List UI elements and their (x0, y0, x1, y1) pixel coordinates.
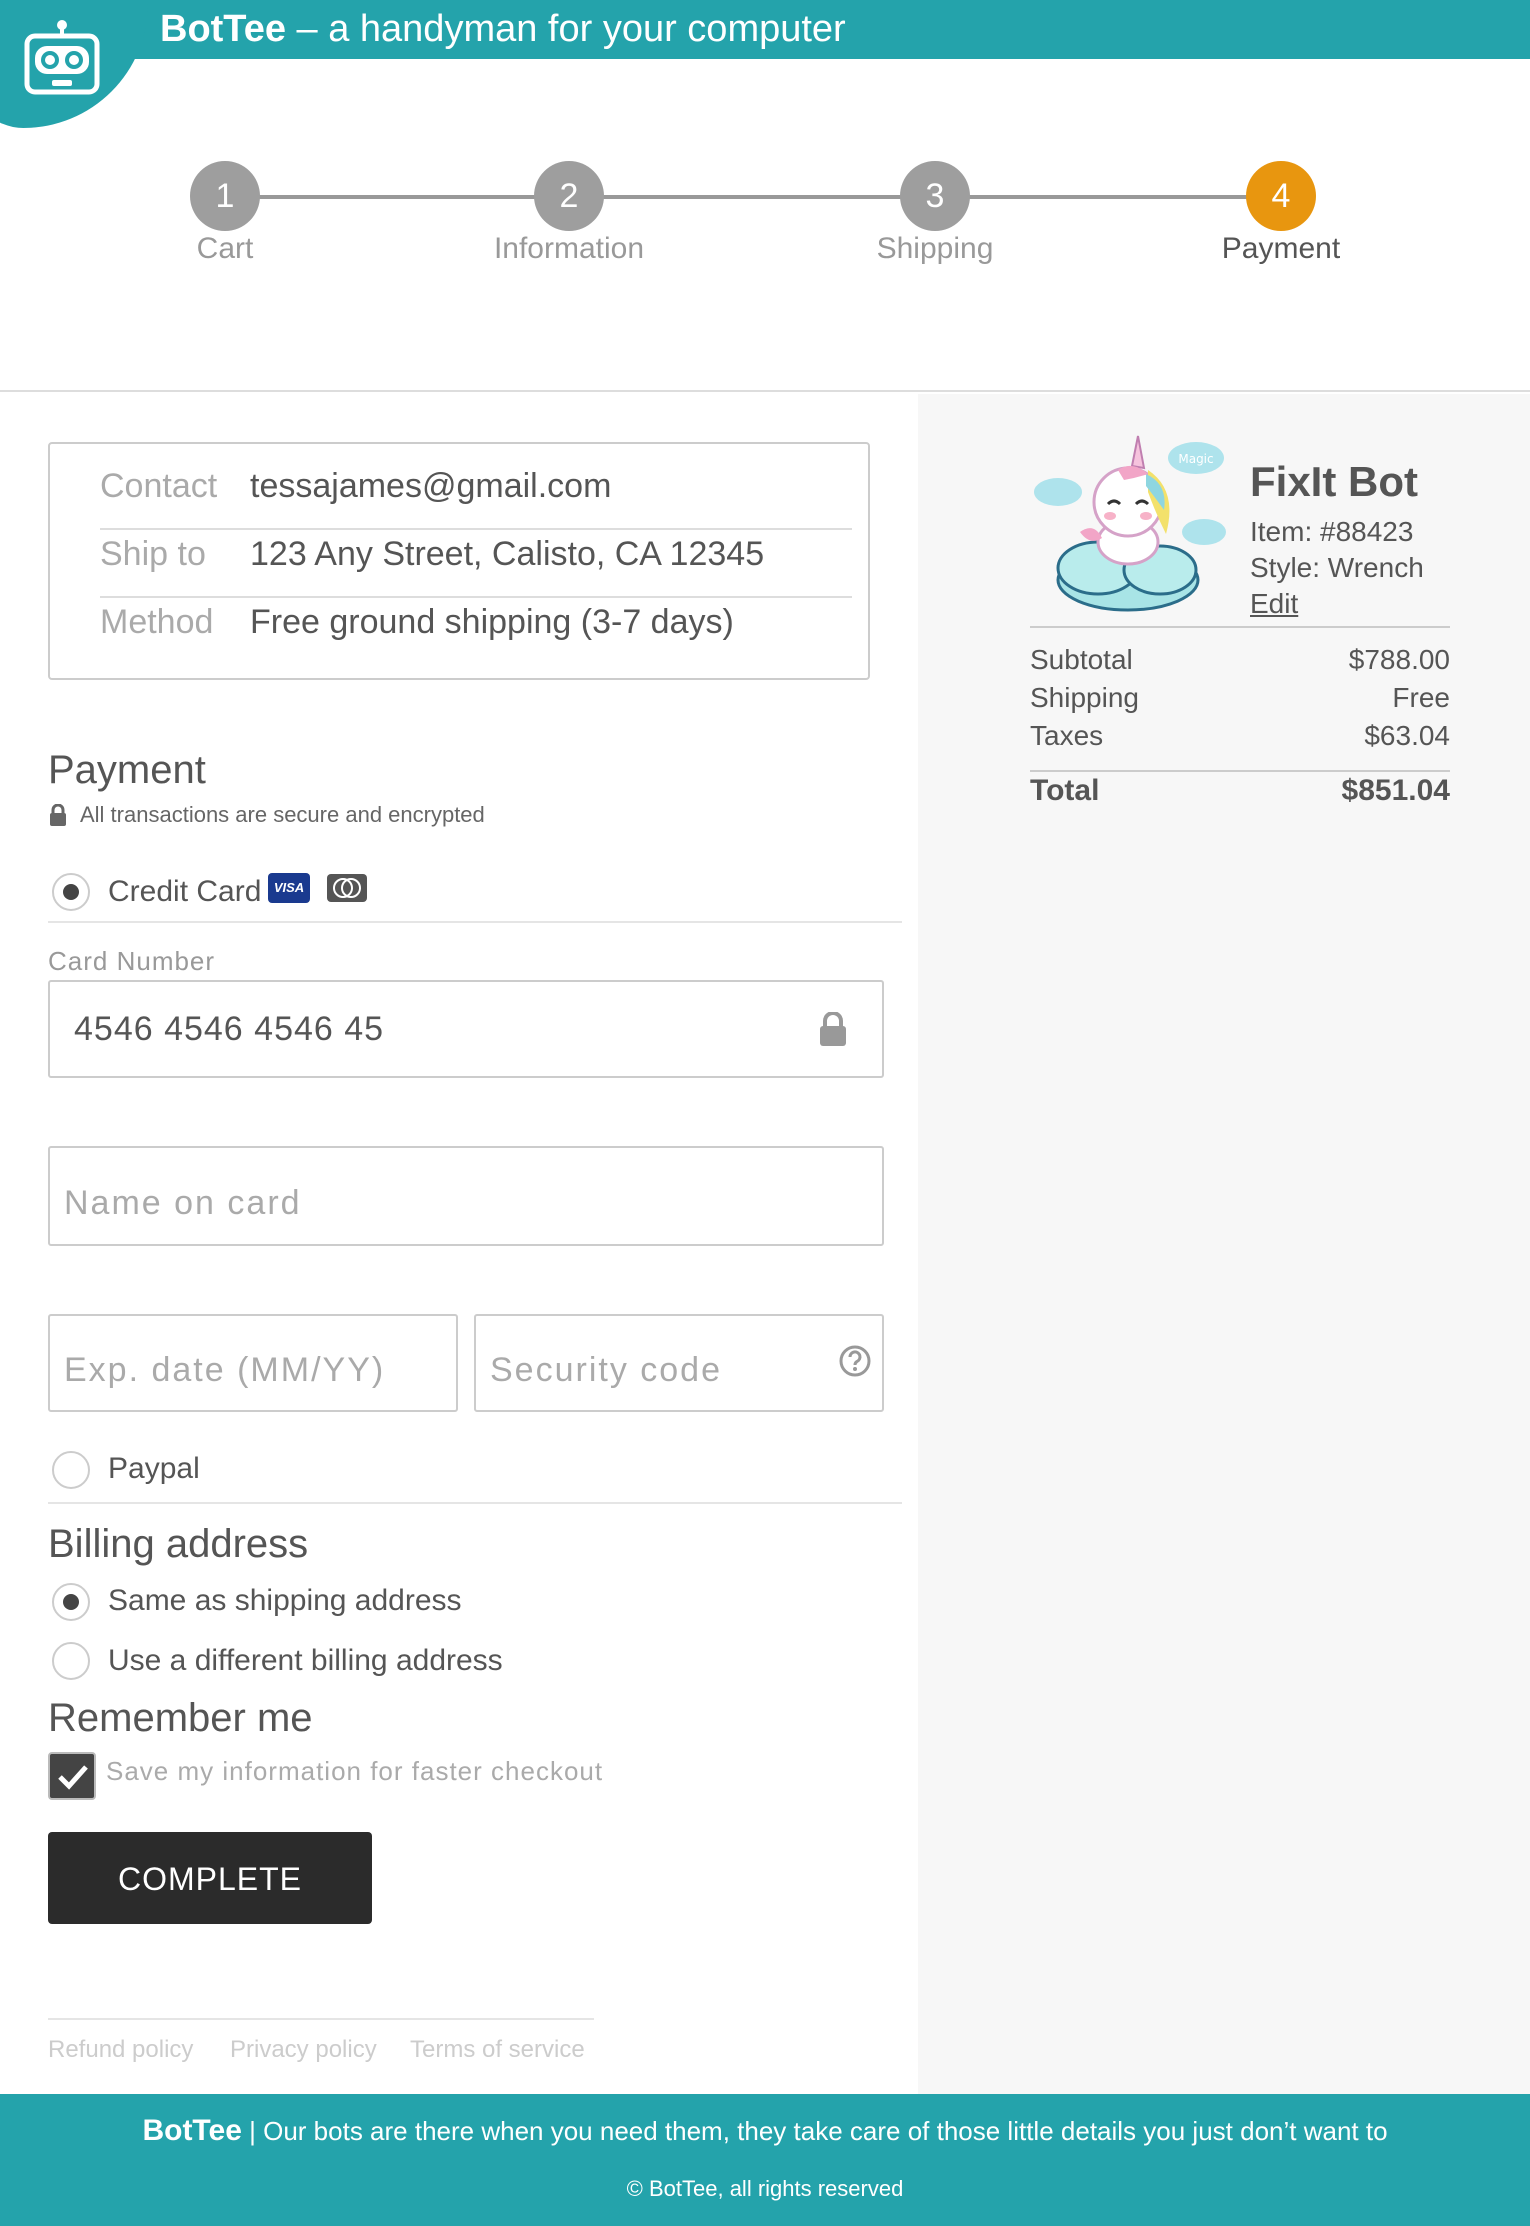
lock-icon (50, 804, 66, 826)
summary-row-taxes: Taxes $63.04 (1030, 720, 1450, 752)
credit-card-radio[interactable] (52, 873, 90, 911)
product-item-number: Item: #88423 (1250, 516, 1414, 547)
paypal-label[interactable]: Paypal (108, 1452, 200, 1486)
different-address-radio[interactable] (52, 1642, 90, 1680)
total-value: $851.04 (1341, 774, 1450, 807)
card-number-input[interactable] (50, 982, 882, 1076)
site-header: BotTee – a handyman for your computer (0, 0, 1530, 59)
save-info-label[interactable]: Save my information for faster checkout (106, 1756, 603, 1787)
step-connector (936, 195, 1281, 199)
contact-key: Method (100, 602, 214, 641)
ship-to-row: Ship to 123 Any Street, Calisto, CA 1234… (100, 520, 852, 588)
summary-value: $63.04 (1364, 720, 1450, 751)
step-4-circle[interactable]: 4 (1246, 161, 1316, 231)
exp-date-input[interactable] (50, 1316, 456, 1410)
payment-heading: Payment (48, 748, 206, 792)
step-3-circle[interactable]: 3 (900, 161, 970, 231)
save-info-checkbox[interactable] (48, 1752, 96, 1800)
step-3-label[interactable]: Shipping (815, 232, 1055, 266)
terms-of-service-link[interactable]: Terms of service (410, 2036, 585, 2064)
card-number-field[interactable] (48, 980, 884, 1078)
total-label: Total (1030, 774, 1100, 807)
step-4-label: Payment (1221, 232, 1341, 265)
policy-divider (48, 2018, 594, 2020)
edit-product-link[interactable]: Edit (1250, 588, 1298, 620)
contact-value: Free ground shipping (3-7 days) (250, 602, 734, 641)
footer-separator: | (241, 2116, 264, 2146)
brand-name: BotTee (160, 8, 286, 50)
payment-divider (48, 921, 902, 923)
help-icon[interactable] (838, 1344, 872, 1378)
different-address-label[interactable]: Use a different billing address (108, 1644, 503, 1678)
brand-tagline: – a handyman for your computer (285, 8, 846, 50)
contact-summary-box: Contact tessajames@gmail.com Ship to 123… (48, 442, 870, 680)
footer-text: Our bots are there when you need them, t… (263, 2116, 1388, 2146)
credit-card-label[interactable]: Credit Card (108, 875, 261, 909)
step-2-label[interactable]: Information (449, 232, 689, 266)
footer-message: BotTee | Our bots are there when you nee… (0, 2114, 1530, 2148)
contact-key: Contact (100, 466, 218, 505)
summary-label: Taxes (1030, 720, 1104, 751)
summary-row-total: Total $851.04 (1030, 774, 1450, 808)
summary-divider (1030, 626, 1450, 628)
step-2-circle[interactable]: 2 (534, 161, 604, 231)
step-1-label[interactable]: Cart (105, 232, 345, 266)
summary-label: Subtotal (1030, 644, 1133, 675)
summary-row-shipping: Shipping Free (1030, 682, 1450, 714)
magic-bubble-text: Magic (1178, 452, 1213, 466)
contact-key: Ship to (100, 534, 206, 573)
exp-date-field[interactable] (48, 1314, 458, 1412)
paypal-divider (48, 1502, 902, 1504)
summary-value: Free (1392, 682, 1450, 713)
security-code-input[interactable] (476, 1316, 882, 1410)
footer-brand: BotTee (142, 2114, 242, 2147)
method-row: Method Free ground shipping (3-7 days) (100, 588, 852, 656)
step-connector (569, 195, 936, 199)
robot-logo-icon[interactable] (22, 20, 102, 96)
name-on-card-field[interactable] (48, 1146, 884, 1246)
summary-value: $788.00 (1348, 644, 1450, 675)
privacy-policy-link[interactable]: Privacy policy (230, 2036, 377, 2064)
step-1-circle[interactable]: 1 (190, 161, 260, 231)
unicorn-product-image: Magic (1034, 435, 1226, 612)
product-style: Style: Wrench (1250, 552, 1424, 583)
same-address-label[interactable]: Same as shipping address (108, 1584, 462, 1618)
lock-icon (820, 1012, 846, 1046)
brand-title[interactable]: BotTee – a handyman for your computer (160, 4, 846, 54)
refund-policy-link[interactable]: Refund policy (48, 2036, 193, 2064)
security-code-field[interactable] (474, 1314, 884, 1412)
secure-note: All transactions are secure and encrypte… (48, 802, 485, 828)
site-footer: BotTee | Our bots are there when you nee… (0, 2094, 1530, 2226)
product-title: FixIt Bot (1250, 458, 1418, 505)
visa-icon: VISA (268, 873, 310, 903)
step-connector (225, 195, 569, 199)
secure-note-text: All transactions are secure and encrypte… (80, 802, 485, 827)
contact-row: Contact tessajames@gmail.com (100, 452, 852, 520)
footer-copyright: © BotTee, all rights reserved (626, 2176, 904, 2201)
name-on-card-input[interactable] (50, 1148, 882, 1244)
summary-label: Shipping (1030, 682, 1139, 713)
contact-value: tessajames@gmail.com (250, 466, 612, 505)
summary-row-subtotal: Subtotal $788.00 (1030, 644, 1450, 676)
complete-order-button[interactable]: COMPLETE ORDER (48, 1832, 372, 1989)
remember-heading: Remember me (48, 1696, 313, 1740)
contact-value: 123 Any Street, Calisto, CA 12345 (250, 534, 765, 573)
checkmark-icon (58, 1765, 88, 1790)
card-number-label: Card Number (48, 946, 216, 976)
billing-heading: Billing address (48, 1522, 309, 1566)
same-address-radio[interactable] (52, 1583, 90, 1621)
summary-divider (1030, 770, 1450, 772)
mastercard-icon (327, 874, 367, 902)
paypal-radio[interactable] (52, 1451, 90, 1489)
